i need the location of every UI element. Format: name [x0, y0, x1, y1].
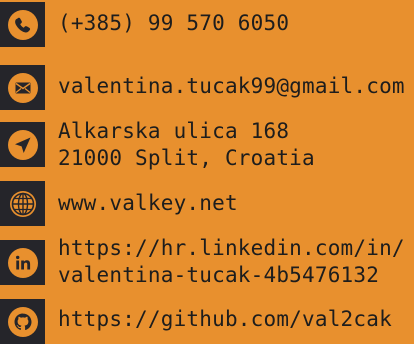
- address-line-1: Alkarska ulica 168: [58, 119, 290, 143]
- phone-number-text: (+385) 99 570 6050: [58, 11, 290, 35]
- postal-address: Alkarska ulica 168 21000 Split, Croatia: [58, 118, 315, 172]
- email-address[interactable]: valentina.tucak99@gmail.com: [58, 73, 405, 100]
- github-icon: [7, 306, 38, 337]
- globe-icon: [9, 190, 36, 217]
- phone-icon-tile: [0, 2, 45, 47]
- email-address-text: valentina.tucak99@gmail.com: [58, 74, 405, 98]
- linkedin-link-line-2: valentina-tucak-4b5476132: [58, 263, 380, 287]
- email-icon-tile: [0, 65, 45, 110]
- website-link[interactable]: www.valkey.net: [58, 190, 238, 217]
- website-icon-tile: [0, 181, 45, 226]
- address-icon-tile: [0, 122, 45, 167]
- location-arrow-icon: [7, 129, 38, 160]
- address-line-2: 21000 Split, Croatia: [58, 146, 315, 170]
- linkedin-link-line-1: https://hr.linkedin.com/in/: [58, 236, 405, 260]
- linkedin-icon: [7, 247, 38, 278]
- phone-icon: [7, 9, 38, 40]
- envelope-icon: [7, 72, 38, 103]
- linkedin-link[interactable]: https://hr.linkedin.com/in/ valentina-tu…: [58, 235, 405, 289]
- phone-number[interactable]: (+385) 99 570 6050: [58, 10, 289, 37]
- linkedin-icon-tile: [0, 240, 45, 285]
- website-link-text: www.valkey.net: [58, 191, 238, 215]
- github-icon-tile: [0, 299, 45, 344]
